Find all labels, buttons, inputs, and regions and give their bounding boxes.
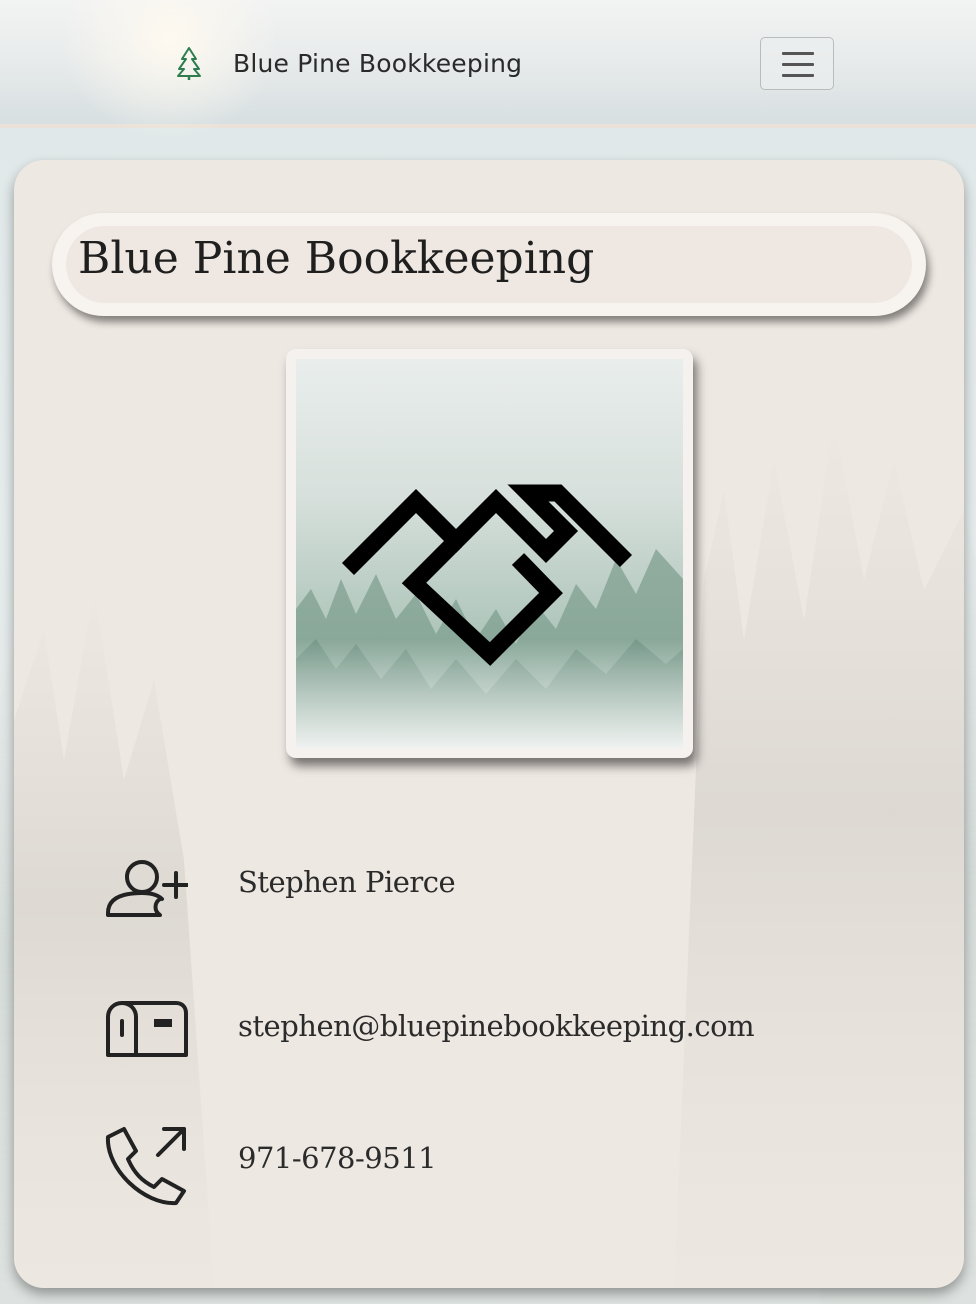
brand-name: Blue Pine Bookkeeping [233,48,523,78]
user-plus-icon [106,860,188,917]
title-banner: Blue Pine Bookkeeping [52,213,926,316]
brand-link[interactable]: Blue Pine Bookkeeping [175,46,522,80]
contact-phone-row[interactable]: 971-678-9511 [104,1123,437,1207]
navbar-toggle-button[interactable] [760,37,834,90]
contact-email-row[interactable]: stephen@bluepinebookkeeping.com [104,995,755,1079]
navbar: Blue Pine Bookkeeping [0,0,976,140]
twin-peaks-mountain-logo-icon [296,359,683,748]
pine-tree-icon [177,47,201,80]
contact-name-row: Stephen Pierce [104,853,456,937]
page-title: Blue Pine Bookkeeping [78,233,595,284]
company-logo [286,349,693,758]
mailbox-icon [106,1001,188,1057]
contact-phone-link[interactable]: 971-678-9511 [238,1141,437,1175]
business-card: Blue Pine Bookkeeping Stephen Pierce ste… [14,160,964,1288]
phone-outgoing-icon [105,1127,186,1206]
contact-name: Stephen Pierce [238,865,456,899]
contact-email-link[interactable]: stephen@bluepinebookkeeping.com [238,1009,755,1043]
